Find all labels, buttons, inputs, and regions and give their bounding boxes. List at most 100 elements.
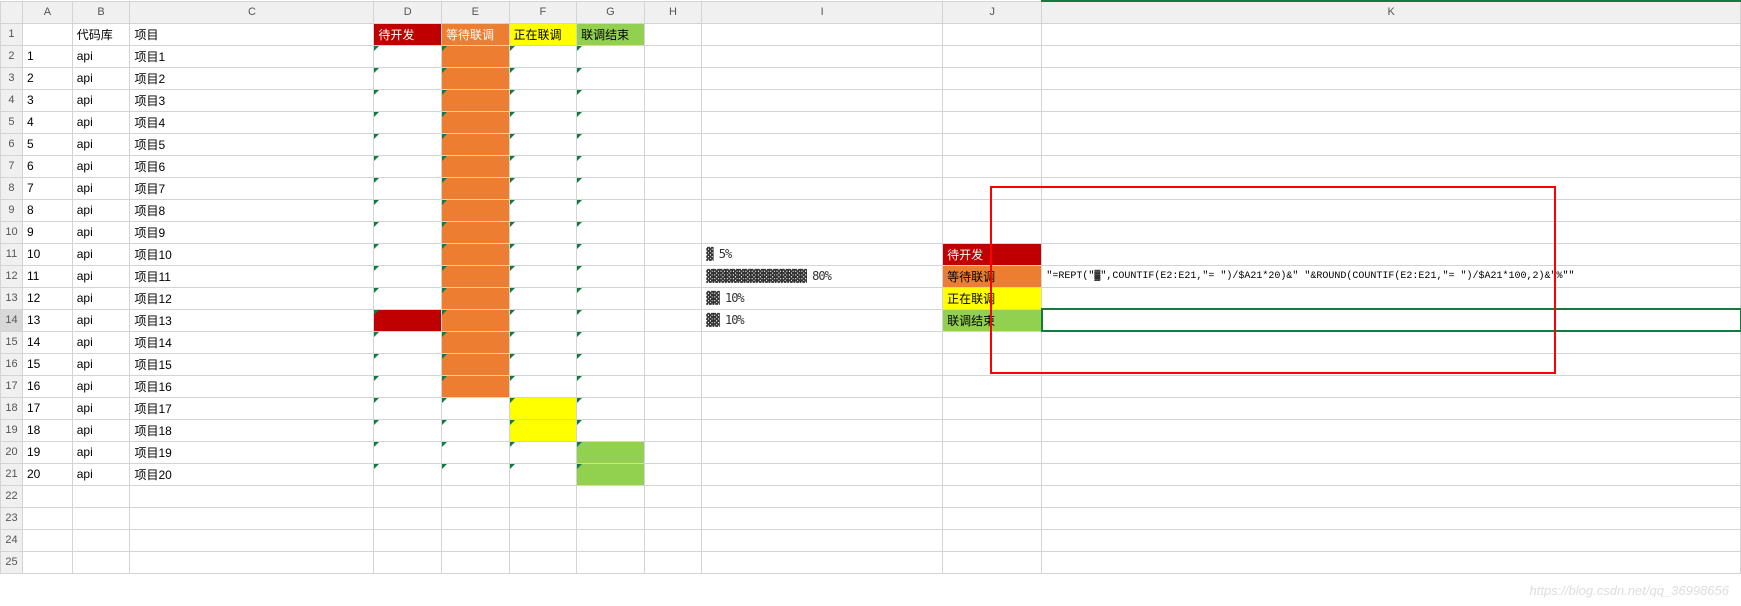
- cell-codebase[interactable]: api: [72, 177, 130, 199]
- cell-status[interactable]: [509, 331, 577, 353]
- cell-project[interactable]: 项目11: [130, 265, 374, 287]
- row-header[interactable]: 10: [1, 221, 23, 243]
- cell-project[interactable]: 项目9: [130, 221, 374, 243]
- cell-legend[interactable]: 等待联调: [943, 265, 1042, 287]
- cell-status[interactable]: [577, 375, 645, 397]
- col-header-B[interactable]: B: [72, 1, 130, 23]
- cell-index[interactable]: 5: [22, 133, 72, 155]
- cell-index[interactable]: 6: [22, 155, 72, 177]
- cell[interactable]: [509, 551, 577, 573]
- cell-bar[interactable]: [702, 397, 943, 419]
- cell-status-joint[interactable]: 正在联调: [509, 23, 577, 45]
- cell[interactable]: [644, 23, 702, 45]
- cell-status[interactable]: [374, 221, 442, 243]
- cell[interactable]: [644, 529, 702, 551]
- cell-codebase[interactable]: api: [72, 221, 130, 243]
- row-header[interactable]: 22: [1, 485, 23, 507]
- cell-bar[interactable]: [702, 199, 943, 221]
- cell[interactable]: [644, 67, 702, 89]
- cell-status[interactable]: [577, 89, 645, 111]
- cell-status[interactable]: [577, 309, 645, 331]
- cell-status[interactable]: [374, 67, 442, 89]
- cell[interactable]: [22, 23, 72, 45]
- cell-index[interactable]: 4: [22, 111, 72, 133]
- cell-status[interactable]: [441, 133, 509, 155]
- cell-status[interactable]: [441, 111, 509, 133]
- cell-formula[interactable]: [1042, 155, 1741, 177]
- row-header[interactable]: 15: [1, 331, 23, 353]
- cell-legend[interactable]: [943, 155, 1042, 177]
- cell-index[interactable]: 16: [22, 375, 72, 397]
- cell-status[interactable]: [509, 419, 577, 441]
- cell[interactable]: [1042, 485, 1741, 507]
- cell[interactable]: [1042, 551, 1741, 573]
- cell-index[interactable]: 14: [22, 331, 72, 353]
- cell-project[interactable]: 项目4: [130, 111, 374, 133]
- col-header-G[interactable]: G: [577, 1, 645, 23]
- cell-status[interactable]: [374, 287, 442, 309]
- cell-status[interactable]: [441, 331, 509, 353]
- cell-bar[interactable]: [702, 155, 943, 177]
- cell-status[interactable]: [441, 397, 509, 419]
- cell[interactable]: [72, 485, 130, 507]
- cell-status[interactable]: [577, 199, 645, 221]
- cell-codebase[interactable]: api: [72, 199, 130, 221]
- cell[interactable]: [374, 529, 442, 551]
- cell-legend[interactable]: [943, 221, 1042, 243]
- cell-status[interactable]: [374, 419, 442, 441]
- cell-bar[interactable]: ▓ 5%: [702, 243, 943, 265]
- cell[interactable]: [644, 221, 702, 243]
- cell-status-done[interactable]: 联调结束: [577, 23, 645, 45]
- cell-formula[interactable]: [1042, 199, 1741, 221]
- select-all-corner[interactable]: [1, 1, 23, 23]
- cell-status[interactable]: [441, 221, 509, 243]
- col-header-I[interactable]: I: [702, 1, 943, 23]
- cell-status[interactable]: [577, 133, 645, 155]
- cell-status[interactable]: [441, 67, 509, 89]
- cell-legend[interactable]: [943, 111, 1042, 133]
- cell-formula[interactable]: [1042, 441, 1741, 463]
- cell-bar[interactable]: [702, 111, 943, 133]
- row-header[interactable]: 8: [1, 177, 23, 199]
- cell-codebase[interactable]: api: [72, 441, 130, 463]
- cell-legend[interactable]: [943, 199, 1042, 221]
- row-header[interactable]: 13: [1, 287, 23, 309]
- cell-bar[interactable]: [702, 463, 943, 485]
- cell-bar[interactable]: [702, 353, 943, 375]
- cell-status[interactable]: [374, 155, 442, 177]
- cell-status[interactable]: [374, 243, 442, 265]
- cell[interactable]: [509, 529, 577, 551]
- cell[interactable]: [1042, 529, 1741, 551]
- cell-project[interactable]: 项目20: [130, 463, 374, 485]
- cell-bar[interactable]: [702, 331, 943, 353]
- cell[interactable]: [22, 529, 72, 551]
- cell-status[interactable]: [577, 155, 645, 177]
- cell[interactable]: [702, 485, 943, 507]
- col-header-H[interactable]: H: [644, 1, 702, 23]
- cell-status-dev[interactable]: 待开发: [374, 23, 442, 45]
- cell-index[interactable]: 13: [22, 309, 72, 331]
- cell-legend[interactable]: [943, 45, 1042, 67]
- cell-status[interactable]: [577, 265, 645, 287]
- cell[interactable]: [943, 507, 1042, 529]
- cell-legend[interactable]: [943, 67, 1042, 89]
- cell[interactable]: [644, 331, 702, 353]
- cell-status[interactable]: [374, 375, 442, 397]
- cell-status[interactable]: [441, 177, 509, 199]
- cell[interactable]: [644, 485, 702, 507]
- cell-status[interactable]: [509, 375, 577, 397]
- row-header[interactable]: 20: [1, 441, 23, 463]
- cell[interactable]: [644, 375, 702, 397]
- cell[interactable]: [702, 23, 943, 45]
- cell-index[interactable]: 2: [22, 67, 72, 89]
- cell-status[interactable]: [577, 111, 645, 133]
- cell[interactable]: [1042, 23, 1741, 45]
- cell-formula[interactable]: [1042, 463, 1741, 485]
- cell-status[interactable]: [509, 463, 577, 485]
- cell[interactable]: [702, 551, 943, 573]
- cell-bar[interactable]: [702, 441, 943, 463]
- row-header[interactable]: 1: [1, 23, 23, 45]
- col-header-J[interactable]: J: [943, 1, 1042, 23]
- cell-status[interactable]: [577, 353, 645, 375]
- cell[interactable]: [22, 551, 72, 573]
